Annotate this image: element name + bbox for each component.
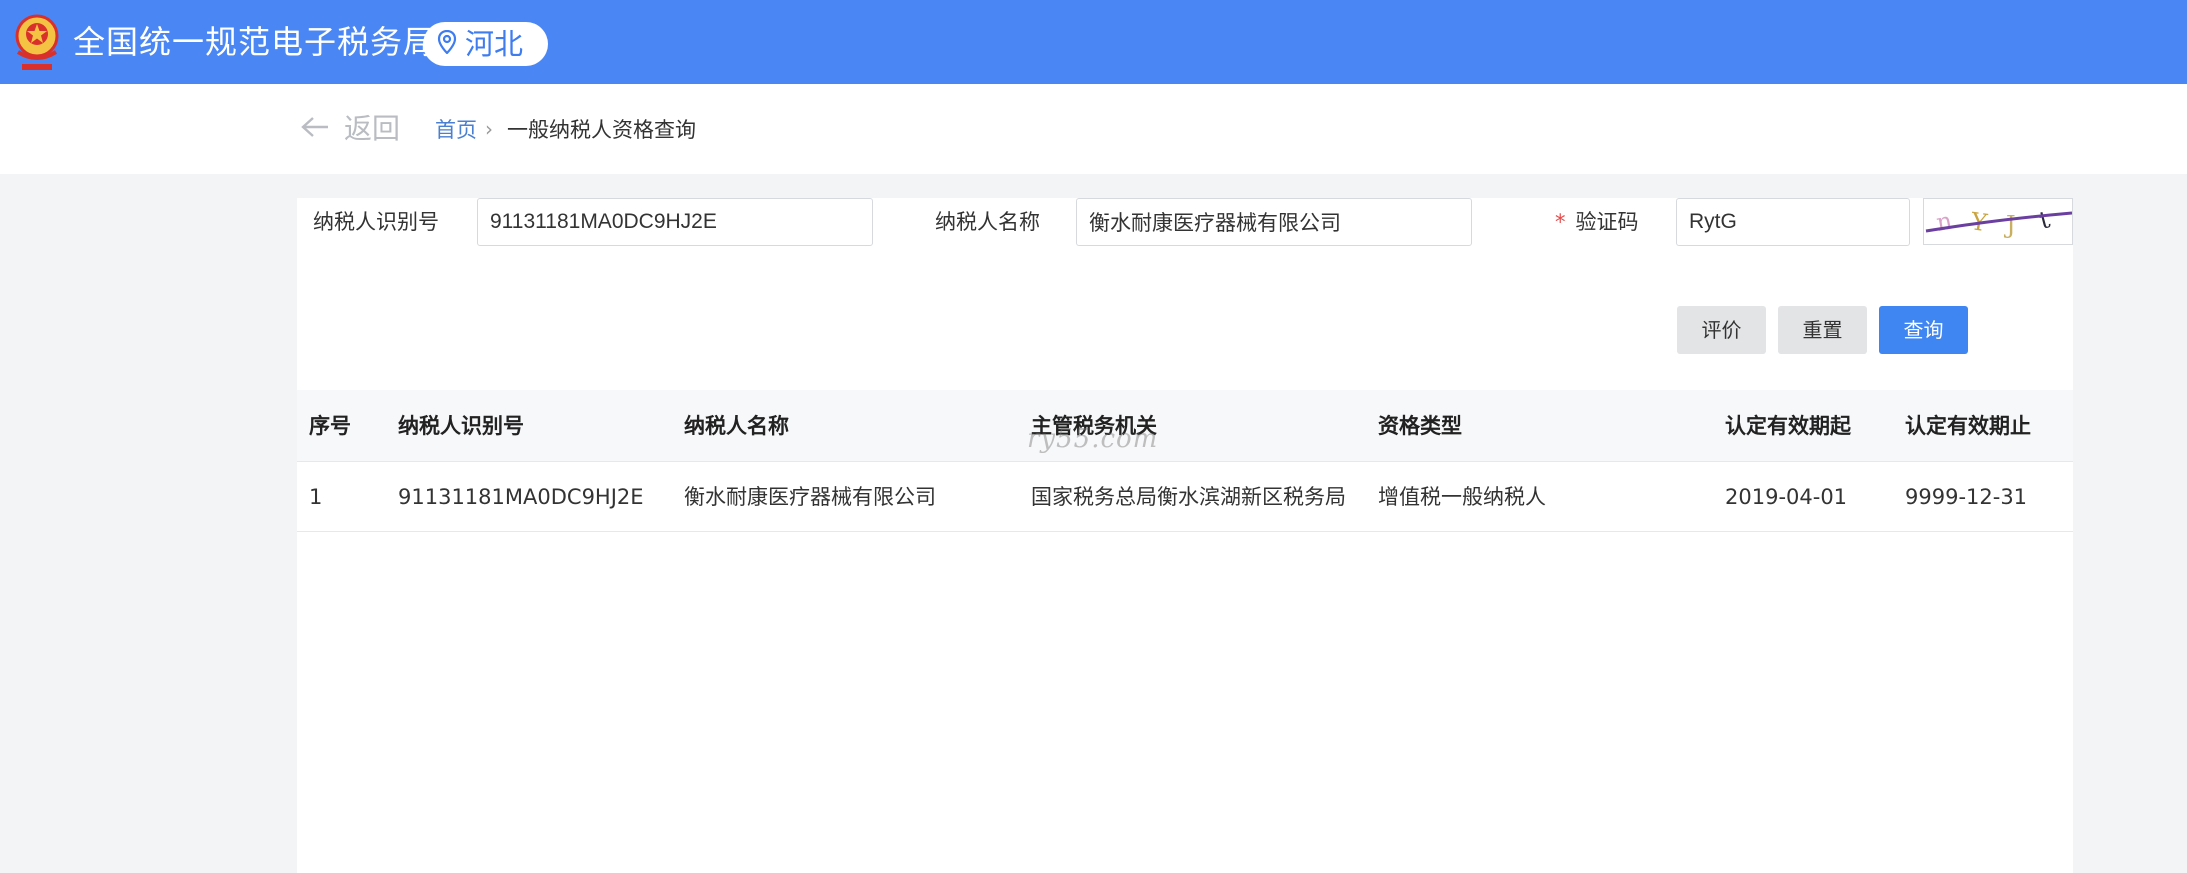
table-cell: 衡水耐康医疗器械有限公司 [684,485,936,509]
svg-text:n: n [1934,207,1954,237]
back-button[interactable]: 返回 [300,112,400,146]
query-panel: 纳税人识别号 纳税人名称 * 验证码 n Y J t 评价 重置 查询 序号 纳税… [297,198,2073,873]
table-cell: 9999-12-31 [1905,485,2028,509]
svg-text:J: J [2003,211,2016,239]
reset-button[interactable]: 重置 [1778,306,1867,354]
table-header: 序号 纳税人识别号 纳税人名称 主管税务机关 资格类型 认定有效期起 认定有效期… [297,390,2073,462]
captcha-input[interactable] [1676,198,1910,246]
column-header: 认定有效期起 [1725,414,1851,438]
breadcrumb-home-link[interactable]: 首页 [435,115,477,145]
table-row[interactable]: 1 91131181MA0DC9HJ2E 衡水耐康医疗器械有限公司 国家税务总局… [297,462,2073,532]
column-header: 纳税人识别号 [398,414,524,438]
captcha-image[interactable]: n Y J t [1923,198,2073,245]
query-button[interactable]: 查询 [1879,306,1968,354]
column-header: 认定有效期止 [1905,414,2031,438]
table-cell: 国家税务总局衡水滨湖新区税务局 [1031,485,1346,509]
captcha-label: * 验证码 [1555,207,1639,237]
table-cell: 增值税一般纳税人 [1378,485,1546,509]
site-title: 全国统一规范电子税务局 [73,23,437,61]
breadcrumb-current: 一般纳税人资格查询 [507,118,696,142]
table-cell: 2019-04-01 [1725,485,1848,509]
back-label: 返回 [344,112,401,145]
svg-text:t: t [2036,205,2053,235]
breadcrumb-separator: › [485,117,493,141]
table-cell: 1 [309,485,323,509]
column-header: 资格类型 [1378,414,1462,438]
taxpayer-id-input[interactable] [477,198,873,246]
taxpayer-id-label: 纳税人识别号 [313,210,439,234]
region-label: 河北 [465,27,524,61]
taxpayer-name-input[interactable] [1076,198,1472,246]
tax-emblem-icon [12,10,62,74]
column-header: 纳税人名称 [684,414,789,438]
captcha-label-text: 验证码 [1575,210,1639,234]
breadcrumb: 返回 首页 › 一般纳税人资格查询 [0,84,2187,174]
watermark: ry55.com [1027,424,1159,454]
region-selector[interactable]: 河北 [423,22,548,66]
column-header: 序号 [309,414,351,438]
location-pin-icon [437,29,457,58]
evaluate-button[interactable]: 评价 [1677,306,1766,354]
arrow-left-icon [300,115,330,143]
taxpayer-name-label: 纳税人名称 [935,210,1040,234]
table-cell: 91131181MA0DC9HJ2E [398,485,644,509]
required-mark: * [1555,210,1566,234]
top-header: 全国统一规范电子税务局 河北 [0,0,2187,84]
